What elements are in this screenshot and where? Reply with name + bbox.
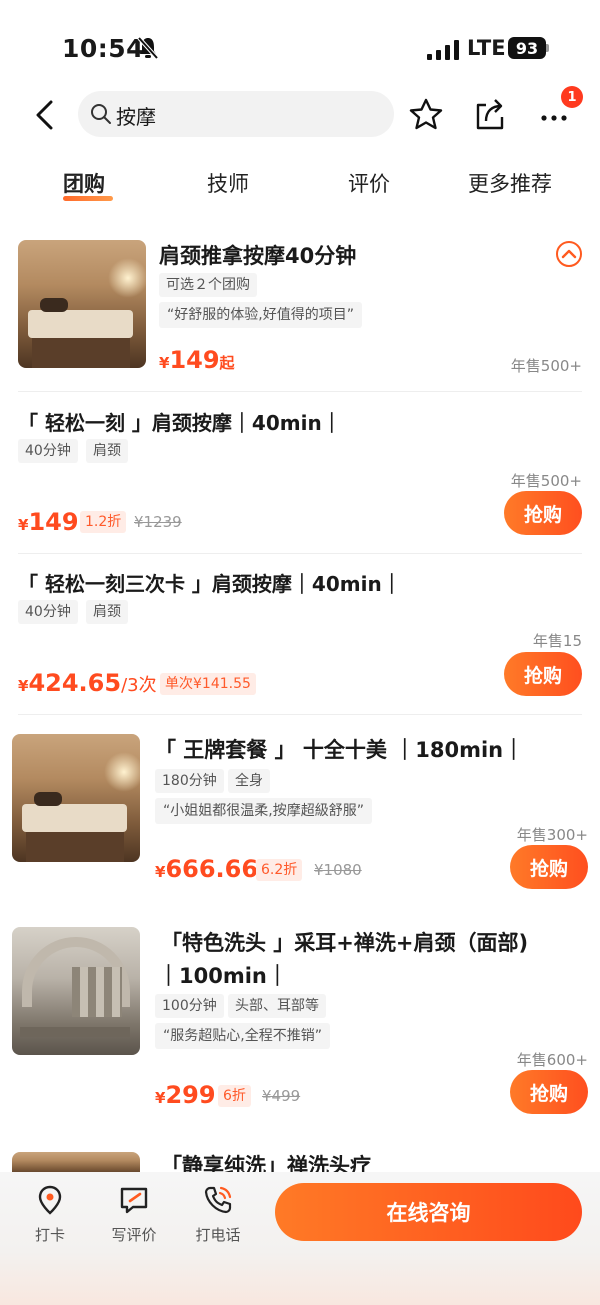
tab-technicians[interactable]: 技师 [207, 168, 249, 198]
battery-tip [546, 44, 549, 52]
buy-button[interactable]: 抢购 [504, 491, 582, 535]
discount-badge: 6折 [218, 1085, 251, 1107]
online-consult-button[interactable]: 在线咨询 [275, 1183, 582, 1241]
top-bar: 按摩 1 [0, 86, 600, 142]
deal-group-image[interactable] [18, 240, 146, 368]
share-icon[interactable] [474, 97, 506, 131]
per-session-price-badge: 单次¥141.55 [160, 673, 256, 695]
option-tag: 肩颈 [86, 439, 128, 463]
tab-reviews[interactable]: 评价 [348, 168, 390, 198]
option-sales: 年售500+ [510, 472, 582, 490]
deal-title[interactable]: 「 王牌套餐 」 十全十美 ｜180min｜ [155, 734, 524, 764]
bottom-action-bar: 打卡 写评价 打电话 在线咨询 [0, 1172, 600, 1305]
search-icon [91, 104, 111, 124]
buy-button[interactable]: 抢购 [510, 845, 588, 889]
location-pin-icon [38, 1185, 62, 1215]
write-review-label: 写评价 [111, 1226, 157, 1244]
option-title[interactable]: 「 轻松一刻 」肩颈按摩｜40min｜ [18, 407, 342, 436]
signal-icon [427, 40, 459, 60]
deal-group-quote: “好舒服的体验,好值得的项目” [159, 302, 362, 328]
back-arrow-icon[interactable] [30, 98, 60, 132]
deal-quote: “小姐姐都很温柔,按摩超級舒服” [155, 798, 372, 824]
tab-group-buy[interactable]: 团购 [63, 168, 105, 198]
buy-button[interactable]: 抢购 [504, 652, 582, 696]
option-title[interactable]: 「 轻松一刻三次卡 」肩颈按摩｜40min｜ [18, 568, 402, 597]
search-query: 按摩 [116, 105, 156, 129]
option-tag: 40分钟 [18, 439, 78, 463]
deal-group-price: ¥149起 [159, 346, 235, 374]
deal-price: ¥666.66 [155, 855, 259, 883]
divider [18, 553, 582, 554]
tab-more-recommendations[interactable]: 更多推荐 [468, 168, 552, 198]
deal-sales: 年售300+ [516, 826, 588, 844]
original-price: ¥499 [262, 1087, 301, 1105]
call-button[interactable]: 打电话 [188, 1184, 248, 1245]
notification-badge: 1 [561, 86, 583, 108]
option-price: ¥149 [18, 508, 79, 536]
original-price: ¥1080 [314, 861, 362, 879]
deal-sales: 年售600+ [516, 1051, 588, 1069]
checkin-button[interactable]: 打卡 [20, 1184, 80, 1245]
deal-tag: 100分钟 [155, 994, 224, 1018]
deal-tag: 头部、耳部等 [228, 994, 326, 1018]
deal-quote: “服务超贴心,全程不推销” [155, 1023, 330, 1049]
option-price: ¥424.65/3次 [18, 669, 157, 697]
buy-button[interactable]: 抢购 [510, 1070, 588, 1114]
tab-active-indicator [63, 196, 113, 201]
deal-tag: 180分钟 [155, 769, 224, 793]
status-bar: 10:54 LTE 93 [0, 0, 600, 90]
deal-title[interactable]: 「特色洗头 」采耳+禅洗+肩颈（面部) [161, 927, 528, 957]
network-label: LTE [467, 36, 506, 60]
status-time: 10:54 [62, 34, 145, 63]
star-icon[interactable] [409, 98, 443, 130]
collapse-icon[interactable] [556, 241, 582, 267]
discount-badge: 1.2折 [80, 511, 127, 533]
search-input[interactable]: 按摩 [78, 91, 394, 137]
option-tag: 40分钟 [18, 600, 78, 624]
write-review-button[interactable]: 写评价 [104, 1184, 164, 1245]
deal-title-line2[interactable]: ｜100min｜ [158, 960, 288, 990]
option-sales: 年售15 [532, 632, 582, 650]
original-price: ¥1239 [134, 513, 182, 531]
deal-image[interactable] [12, 927, 140, 1055]
call-label: 打电话 [195, 1226, 241, 1244]
deal-price: ¥299 [155, 1081, 216, 1109]
deal-group-count-tag: 可选２个团购 [159, 273, 257, 297]
battery-icon: 93 [508, 37, 546, 59]
divider [18, 391, 582, 392]
discount-badge: 6.2折 [256, 859, 303, 881]
bell-off-icon [137, 36, 159, 60]
deal-group-title[interactable]: 肩颈推拿按摩40分钟 [159, 240, 356, 270]
deal-image[interactable] [12, 734, 140, 862]
divider [18, 714, 582, 715]
option-tag: 肩颈 [86, 600, 128, 624]
write-review-icon [120, 1187, 148, 1214]
deal-group-sales: 年售500+ [510, 357, 582, 375]
tab-bar: 团购 技师 评价 更多推荐 [0, 160, 600, 206]
checkin-label: 打卡 [34, 1226, 65, 1244]
phone-icon [204, 1186, 232, 1214]
deal-tag: 全身 [228, 769, 270, 793]
